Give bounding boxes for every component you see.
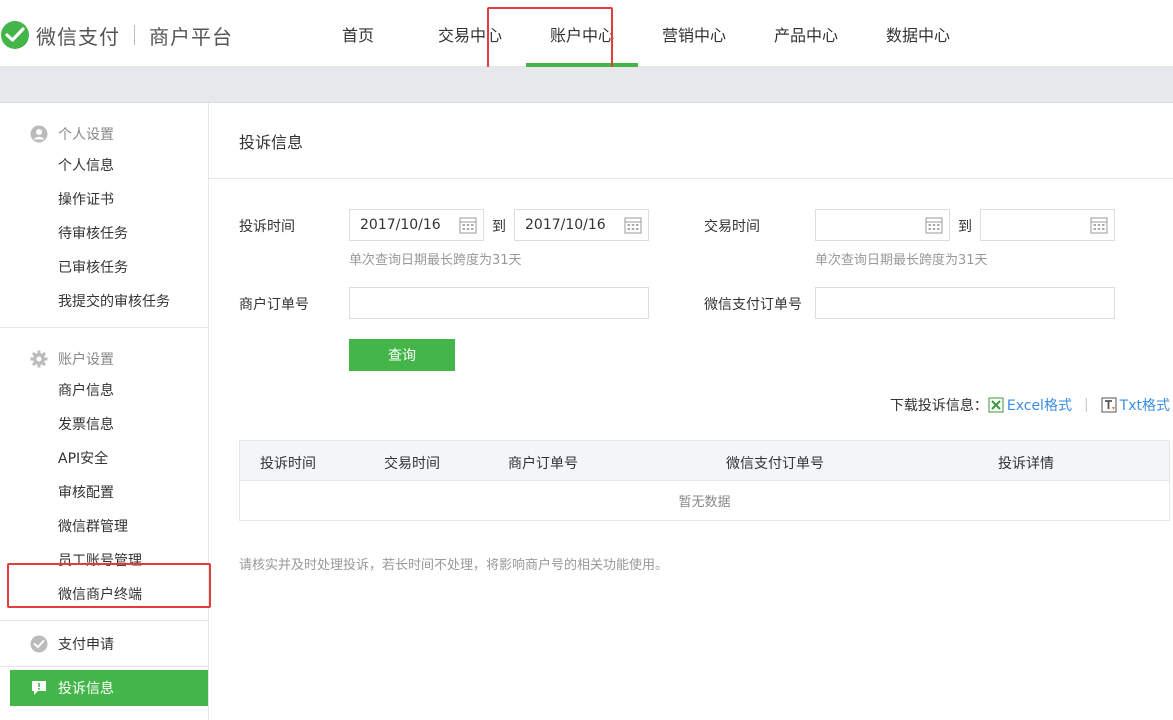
trade-end-date-input[interactable] [980, 209, 1115, 241]
main-nav: 首页 交易中心 账户中心 营销中心 产品中心 数据中心 [302, 0, 974, 67]
download-label: 下载投诉信息： [889, 398, 988, 414]
table-empty-text: 暂无数据 [678, 495, 731, 510]
merchant-order-input[interactable] [349, 287, 649, 319]
sidebar-item-api-security[interactable]: API安全 [0, 442, 208, 476]
merchant-order-label: 商户订单号 [239, 297, 309, 313]
complaint-end-date-value: 2017/10/16 [525, 217, 606, 233]
complaint-start-date-input[interactable]: 2017/10/16 [349, 209, 484, 241]
sidebar-item-reviewed-tasks[interactable]: 已审核任务 [0, 251, 208, 285]
excel-icon [988, 397, 1004, 413]
sidebar-item-wechat-group[interactable]: 微信群管理 [0, 510, 208, 544]
table-header-complaint-detail: 投诉详情 [998, 456, 1054, 472]
sidebar-item-payment-apply[interactable]: 支付申请 [0, 621, 208, 667]
wechat-pay-icon [30, 635, 48, 652]
nav-account-center[interactable]: 账户中心 [526, 0, 638, 67]
logo[interactable]: 微信支付 商户平台 [0, 20, 233, 50]
sidebar-group-personal: 个人设置 个人信息 操作证书 待审核任务 已审核任务 我提交的审核任务 [0, 103, 208, 328]
sidebar-item-pending-tasks[interactable]: 待审核任务 [0, 217, 208, 251]
download-txt-label: Txt格式 [1119, 398, 1170, 414]
sidebar-item-certificate[interactable]: 操作证书 [0, 183, 208, 217]
wechat-order-input[interactable] [815, 287, 1115, 319]
sidebar-item-invoice-info[interactable]: 发票信息 [0, 408, 208, 442]
complaint-table: 投诉时间 交易时间 商户订单号 微信支付订单号 投诉详情 暂无数据 [239, 440, 1170, 521]
nav-trade-center[interactable]: 交易中心 [414, 0, 526, 67]
complaint-start-date-value: 2017/10/16 [360, 217, 441, 233]
download-excel-link[interactable]: Excel格式 [988, 395, 1072, 415]
table-header: 投诉时间 交易时间 商户订单号 微信支付订单号 投诉详情 [240, 441, 1169, 481]
sidebar-head-label: 账户设置 [58, 352, 114, 368]
sidebar-item-personal-info[interactable]: 个人信息 [0, 149, 208, 183]
sidebar-item-review-config[interactable]: 审核配置 [0, 476, 208, 510]
sidebar-item-complaint-info[interactable]: 投诉信息 [10, 670, 208, 706]
sidebar-item-staff-accounts[interactable]: 员工账号管理 [0, 544, 208, 578]
footnote-notice: 请核实并及时处理投诉，若长时间不处理，将影响商户号的相关功能使用。 [239, 558, 669, 573]
sidebar-group-account: 账户设置 商户信息 发票信息 API安全 审核配置 微信群管理 员工账号管理 微… [0, 328, 208, 621]
trade-start-date-input[interactable] [815, 209, 950, 241]
table-empty-row: 暂无数据 [240, 481, 1169, 520]
sidebar-item-label: 支付申请 [58, 636, 114, 653]
trade-to-label: 到 [958, 219, 972, 235]
calendar-icon[interactable] [1090, 216, 1108, 234]
download-txt-link[interactable]: Txt格式 [1101, 395, 1170, 415]
complaint-to-label: 到 [492, 219, 506, 235]
sidebar: 个人设置 个人信息 操作证书 待审核任务 已审核任务 我提交的审核任务 账户设置… [0, 103, 209, 720]
sub-header-bar [0, 67, 1173, 103]
download-excel-label: Excel格式 [1006, 398, 1072, 414]
logo-divider [134, 25, 135, 45]
complaint-time-label: 投诉时间 [239, 219, 295, 235]
table-header-trade-time: 交易时间 [384, 456, 440, 472]
logo-subtitle: 商户平台 [149, 24, 233, 49]
complaint-end-date-input[interactable]: 2017/10/16 [514, 209, 649, 241]
nav-product-center[interactable]: 产品中心 [750, 0, 862, 67]
main-content: 投诉信息 投诉时间 2017/10/16 到 2017/10/16 单次查询日期… [209, 103, 1173, 720]
download-separator: | [1083, 397, 1089, 413]
download-bar: 下载投诉信息： Excel格式 | Txt格式 [890, 395, 1170, 415]
message-icon [32, 681, 46, 695]
table-header-wechat-order: 微信支付订单号 [726, 456, 824, 472]
sidebar-head-personal: 个人设置 [0, 119, 208, 149]
nav-marketing-center[interactable]: 营销中心 [638, 0, 750, 67]
sidebar-head-label: 个人设置 [58, 127, 114, 143]
nav-data-center[interactable]: 数据中心 [862, 0, 974, 67]
trade-date-hint: 单次查询日期最长跨度为31天 [815, 253, 988, 268]
sidebar-item-merchant-info[interactable]: 商户信息 [0, 374, 208, 408]
wechat-order-label: 微信支付订单号 [704, 297, 802, 313]
nav-home[interactable]: 首页 [302, 0, 414, 67]
complaint-date-hint: 单次查询日期最长跨度为31天 [349, 253, 522, 268]
table-header-merchant-order: 商户订单号 [508, 456, 578, 472]
calendar-icon[interactable] [459, 216, 477, 234]
sidebar-item-label: 投诉信息 [58, 681, 114, 697]
logo-text: 微信支付 [36, 24, 120, 49]
query-button[interactable]: 查询 [349, 339, 455, 371]
sidebar-item-my-submitted-tasks[interactable]: 我提交的审核任务 [0, 285, 208, 319]
calendar-icon[interactable] [925, 216, 943, 234]
sidebar-head-account: 账户设置 [0, 344, 208, 374]
calendar-icon[interactable] [624, 216, 642, 234]
txt-icon [1101, 397, 1117, 413]
page-title: 投诉信息 [209, 103, 1173, 179]
wechat-pay-logo-icon [1, 21, 29, 49]
trade-time-label: 交易时间 [704, 219, 760, 235]
table-header-complaint-time: 投诉时间 [260, 456, 316, 472]
gear-icon [30, 350, 48, 368]
user-icon [30, 125, 48, 143]
sidebar-item-merchant-terminal[interactable]: 微信商户终端 [0, 578, 208, 612]
top-header: 微信支付 商户平台 首页 交易中心 账户中心 营销中心 产品中心 数据中心 [0, 0, 1173, 67]
